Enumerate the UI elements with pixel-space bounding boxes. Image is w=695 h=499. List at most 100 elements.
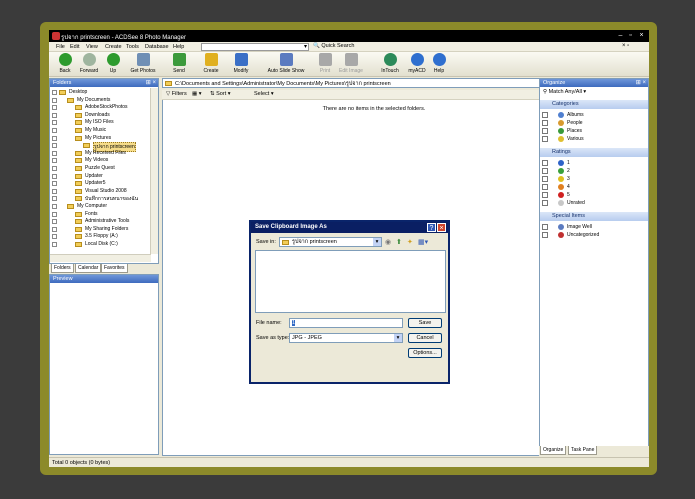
intouch-button[interactable]: InTouch xyxy=(375,53,405,74)
folder-checkbox[interactable] xyxy=(52,150,57,156)
organize-checkbox[interactable] xyxy=(542,160,548,166)
auto-slide-show-button[interactable]: Auto Slide Show xyxy=(267,53,305,74)
view-mode-button[interactable]: ▦ ▾ xyxy=(192,91,202,97)
address-bar[interactable]: C:\Documents and Settings\Administrator\… xyxy=(162,78,584,88)
menu-create[interactable]: Create xyxy=(105,44,122,50)
tab-favorites[interactable]: Favorites xyxy=(101,264,128,273)
organize-checkbox[interactable] xyxy=(542,120,548,126)
title-bar[interactable]: รูปจาก printscreen - ACDSee 8 Photo Mana… xyxy=(49,30,649,42)
get-photos-button[interactable]: Get Photos xyxy=(128,53,158,74)
select-button[interactable]: Select ▾ xyxy=(254,91,274,97)
folder-checkbox[interactable] xyxy=(52,135,57,141)
file-browser-area[interactable] xyxy=(255,250,446,313)
category-icon xyxy=(558,112,564,118)
organize-checkbox[interactable] xyxy=(542,128,548,134)
organize-checkbox[interactable] xyxy=(542,200,548,206)
close-button[interactable]: × xyxy=(637,32,646,40)
menu-view[interactable]: View xyxy=(86,44,98,50)
pin-close-icon[interactable]: ⊞ × xyxy=(636,79,646,86)
help-question-icon[interactable]: ? xyxy=(427,223,436,232)
folder-checkbox[interactable] xyxy=(52,204,57,209)
tab-calendar[interactable]: Calendar xyxy=(75,264,102,273)
folder-checkbox[interactable] xyxy=(52,97,57,103)
send-button[interactable]: Send xyxy=(164,53,194,74)
folder-checkbox[interactable] xyxy=(52,188,57,194)
up-button[interactable]: Up xyxy=(98,53,128,74)
options-button[interactable]: Options... xyxy=(408,348,442,358)
tab-task-pane[interactable]: Task Pane xyxy=(568,446,598,455)
match-any-all-dropdown[interactable]: ⚲ Match Any/All ▾ xyxy=(543,89,586,95)
organize-checkbox[interactable] xyxy=(542,192,548,198)
organize-checkbox[interactable] xyxy=(542,184,548,190)
folder-checkbox[interactable] xyxy=(52,90,57,95)
organize-item-label: Places xyxy=(567,128,583,134)
maximize-button[interactable]: ▫ xyxy=(626,32,635,40)
folder-checkbox[interactable] xyxy=(52,158,57,164)
organize-checkbox[interactable] xyxy=(542,176,548,182)
folder-checkbox[interactable] xyxy=(52,242,57,247)
category-icon xyxy=(558,128,564,134)
folder-checkbox[interactable] xyxy=(52,105,57,111)
sort-button[interactable]: ⇅ Sort ▾ xyxy=(210,91,231,97)
folder-checkbox[interactable] xyxy=(52,120,57,126)
organize-checkbox[interactable] xyxy=(542,232,548,238)
edit-image-button[interactable]: Edit Image xyxy=(336,53,366,74)
folder-icon xyxy=(75,173,82,179)
folder-checkbox[interactable] xyxy=(52,173,57,179)
up-folder-icon[interactable]: ⬆ xyxy=(396,238,402,246)
tab-folders[interactable]: Folders xyxy=(51,264,74,273)
menu-help[interactable]: Help xyxy=(173,44,184,50)
tab-organize[interactable]: Organize xyxy=(540,446,567,455)
quick-search-input[interactable]: ▾ xyxy=(201,43,309,51)
create-button[interactable]: Create xyxy=(196,53,226,74)
chevron-down-icon[interactable]: ▾ xyxy=(304,43,307,50)
folder-checkbox[interactable] xyxy=(52,143,57,149)
organize-checkbox[interactable] xyxy=(542,224,548,230)
folder-checkbox[interactable] xyxy=(52,219,57,225)
folder-checkbox[interactable] xyxy=(52,226,57,232)
back-nav-icon[interactable]: ◉ xyxy=(385,238,391,246)
myacd-icon xyxy=(410,53,424,66)
folder-tree-scrollbar[interactable] xyxy=(150,88,158,254)
folder-label: My ISO Files xyxy=(85,119,114,126)
organize-section-header[interactable]: Ratings xyxy=(540,148,648,157)
menu-file[interactable]: File xyxy=(56,44,65,50)
quick-search-button[interactable]: 🔍 Quick Search xyxy=(313,43,354,49)
chevron-down-icon[interactable]: ▾ xyxy=(373,238,381,246)
folder-checkbox[interactable] xyxy=(52,128,57,133)
file-name-input[interactable]: 1 xyxy=(289,318,403,328)
folder-checkbox[interactable] xyxy=(52,166,57,171)
organize-checkbox[interactable] xyxy=(542,168,548,174)
chevron-down-icon[interactable]: ▾ xyxy=(394,334,402,342)
organize-checkbox[interactable] xyxy=(542,136,548,142)
save-in-dropdown[interactable]: รูปจาก printscreen ▾ xyxy=(279,237,382,247)
folder-checkbox[interactable] xyxy=(52,112,57,118)
save-as-type-dropdown[interactable]: JPG - JPEG ▾ xyxy=(289,333,403,343)
view-menu-icon[interactable]: ▦▾ xyxy=(418,238,428,246)
new-folder-icon[interactable]: ✦ xyxy=(407,238,413,246)
dialog-close-button[interactable]: × xyxy=(437,223,446,232)
organize-checkbox[interactable] xyxy=(542,112,548,118)
dialog-title[interactable]: Save Clipboard Image As xyxy=(251,222,448,233)
folder-checkbox[interactable] xyxy=(52,234,57,240)
menu-tools[interactable]: Tools xyxy=(126,44,139,50)
folder-checkbox[interactable] xyxy=(52,196,57,202)
help-button[interactable]: Help xyxy=(424,53,454,74)
minimize-button[interactable]: – xyxy=(616,32,625,40)
menu-database[interactable]: Database xyxy=(145,44,169,50)
organize-section-header[interactable]: Special Items xyxy=(540,212,648,221)
save-button[interactable]: Save xyxy=(408,318,442,328)
menu-edit[interactable]: Edit xyxy=(70,44,79,50)
cancel-button[interactable]: Cancel xyxy=(408,333,442,343)
folder-tree-hscrollbar[interactable] xyxy=(50,254,151,262)
modify-button[interactable]: Modify xyxy=(226,53,256,74)
pin-close-icon[interactable]: ⊞ × xyxy=(146,79,156,86)
filters-button[interactable]: ▽ Filters xyxy=(166,91,187,97)
folders-pane: Folders ⊞ × Desktop My Documents AdobeStoc… xyxy=(49,78,159,264)
folder-checkbox[interactable] xyxy=(52,181,57,187)
slideshow-icon xyxy=(279,53,293,66)
folder-checkbox[interactable] xyxy=(52,211,57,217)
organize-section-header[interactable]: Categories xyxy=(540,100,648,109)
close-menu-icon[interactable]: × ▫ xyxy=(622,43,629,49)
folders-pane-title: Folders xyxy=(50,79,158,87)
